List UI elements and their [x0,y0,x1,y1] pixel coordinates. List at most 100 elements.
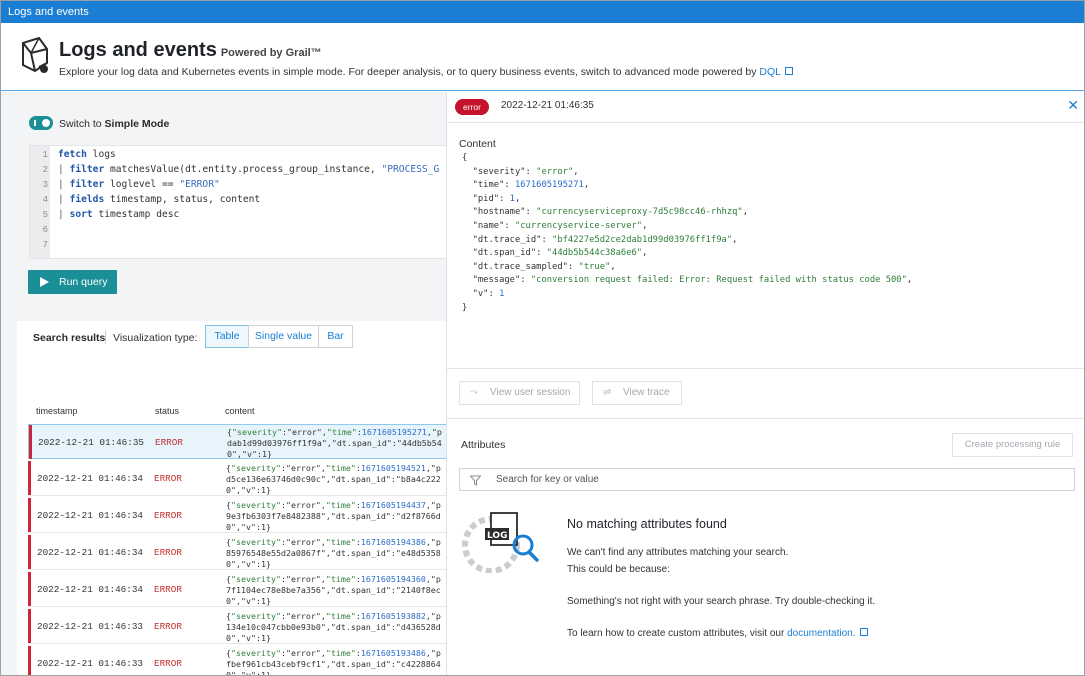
row-timestamp: 2022-12-21 01:46:34 [37,547,144,558]
user-session-icon: ⤳ [470,387,478,398]
row-status: ERROR [154,658,182,669]
row-status: ERROR [154,547,182,558]
error-indicator [28,498,31,532]
row-timestamp: 2022-12-21 01:46:34 [37,584,144,595]
no-matching-title: No matching attributes found [567,517,727,531]
row-content: {"severity":"error","time":1671605194386… [226,537,441,569]
row-timestamp: 2022-12-21 01:46:33 [37,658,144,669]
row-timestamp: 2022-12-21 01:46:34 [37,510,144,521]
code-line: fetch logs [58,149,116,160]
row-content: {"severity":"error","time":1671605193486… [226,648,441,676]
visualization-type-label: Visualization type: [113,332,198,344]
view-trace-button[interactable]: ⇌ View trace [592,381,682,405]
code-line: | fields timestamp, status, content [58,194,261,205]
log-content-json: { "severity": "error", "time": 167160519… [462,153,913,313]
divider [105,330,106,344]
table-row[interactable]: 2022-12-21 01:46:34 ERROR {"severity":"err… [28,572,446,607]
powered-by-label: Powered by Grail™ [220,47,322,59]
window-title: Logs and events [1,1,1084,23]
external-link-icon [859,628,868,636]
query-editor[interactable]: 1 2 3 4 5 6 7 fetch logs | filter matche… [29,145,446,259]
run-query-button[interactable]: Run query [28,270,117,294]
line-number: 2 [42,165,48,175]
line-number: 1 [42,150,48,160]
status-badge: error [455,99,489,115]
table-row[interactable]: 2022-12-21 01:46:35 ERROR {"severity":"err… [28,424,446,459]
trace-icon: ⇌ [603,387,612,398]
svg-text:LOG: LOG [487,531,507,541]
table-row[interactable]: 2022-12-21 01:46:33 ERROR {"severity":"err… [28,646,446,676]
page-title: Logs and events Powered by Grail™ [59,39,322,61]
divider [447,122,1084,123]
line-number: 7 [42,240,48,250]
table-row[interactable]: 2022-12-21 01:46:34 ERROR {"severity":"err… [28,461,446,496]
documentation-link[interactable]: documentation. [787,628,855,639]
external-link-icon [785,67,793,75]
empty-message: We can't find any attributes matching yo… [567,547,789,558]
line-number: 4 [42,195,48,205]
column-header-status[interactable]: status [155,406,179,416]
attributes-label: Attributes [461,439,506,451]
row-status: ERROR [154,510,182,521]
row-timestamp: 2022-12-21 01:46:35 [38,437,145,448]
error-indicator [28,609,31,643]
error-indicator [29,425,32,459]
dql-link[interactable]: DQL [759,66,781,78]
row-timestamp: 2022-12-21 01:46:33 [37,621,144,632]
simple-mode-label: Switch to Simple Mode [59,118,170,130]
error-indicator [28,646,31,675]
page-subtitle: Explore your log data and Kubernetes eve… [59,66,793,78]
row-content: {"severity":"error","time":1671605193882… [226,611,441,643]
toggle-on-indicator-icon [34,120,36,126]
attribute-search-input[interactable] [496,472,1056,487]
line-number: 6 [42,225,48,235]
row-status: ERROR [155,437,183,448]
row-content: {"severity":"error","time":1671605195271… [227,427,442,459]
column-header-timestamp[interactable]: timestamp [36,406,78,416]
empty-message: To learn how to create custom attributes… [567,628,868,639]
log-search-illustration-icon: LOG [462,511,539,573]
create-processing-rule-button[interactable]: Create processing rule [952,433,1073,457]
line-number: 5 [42,210,48,220]
error-indicator [28,461,31,495]
content-label: Content [459,138,496,150]
line-number: 3 [42,180,48,190]
error-indicator [28,535,31,569]
code-line: | filter matchesValue(dt.entity.process_… [58,164,440,175]
search-results-panel: Search results Visualization type: Table… [17,321,446,676]
app-header: Logs and events Powered by Grail™ Explore… [1,23,1084,91]
viz-single-value-button[interactable]: Single value [248,325,319,348]
row-timestamp: 2022-12-21 01:46:34 [37,473,144,484]
attribute-search[interactable] [459,468,1075,491]
column-header-content[interactable]: content [225,406,255,416]
search-results-label: Search results [33,332,106,344]
logs-app-icon [22,37,48,73]
row-content: {"severity":"error","time":1671605194521… [226,463,441,495]
simple-mode-toggle[interactable] [29,116,53,130]
empty-message: This could be because: [567,564,670,575]
viz-table-button[interactable]: Table [205,325,249,348]
error-indicator [28,572,31,606]
play-icon [40,277,49,287]
table-row[interactable]: 2022-12-21 01:46:33 ERROR {"severity":"err… [28,609,446,644]
row-status: ERROR [154,473,182,484]
row-content: {"severity":"error","time":1671605194437… [226,500,441,532]
app-window: Logs and events Logs and events Powered b… [0,0,1085,676]
divider [447,418,1084,419]
log-detail-pane: error 2022-12-21 01:46:35 ✕ Content { "s… [446,92,1084,675]
divider [447,368,1084,369]
code-line: | sort timestamp desc [58,209,180,220]
row-content: {"severity":"error","time":1671605194360… [226,574,441,606]
query-pane: Switch to Simple Mode 1 2 3 4 5 6 7 fetc… [1,92,446,676]
empty-message: Something's not right with your search p… [567,596,876,607]
filter-icon [470,475,481,486]
detail-timestamp: 2022-12-21 01:46:35 [501,100,594,111]
code-line: | filter loglevel == "ERROR" [58,179,220,190]
close-icon[interactable]: ✕ [1067,97,1079,114]
view-user-session-button[interactable]: ⤳ View user session [459,381,580,405]
table-row[interactable]: 2022-12-21 01:46:34 ERROR {"severity":"err… [28,498,446,533]
row-status: ERROR [154,621,182,632]
row-status: ERROR [154,584,182,595]
table-row[interactable]: 2022-12-21 01:46:34 ERROR {"severity":"err… [28,535,446,570]
viz-bar-button[interactable]: Bar [318,325,353,348]
